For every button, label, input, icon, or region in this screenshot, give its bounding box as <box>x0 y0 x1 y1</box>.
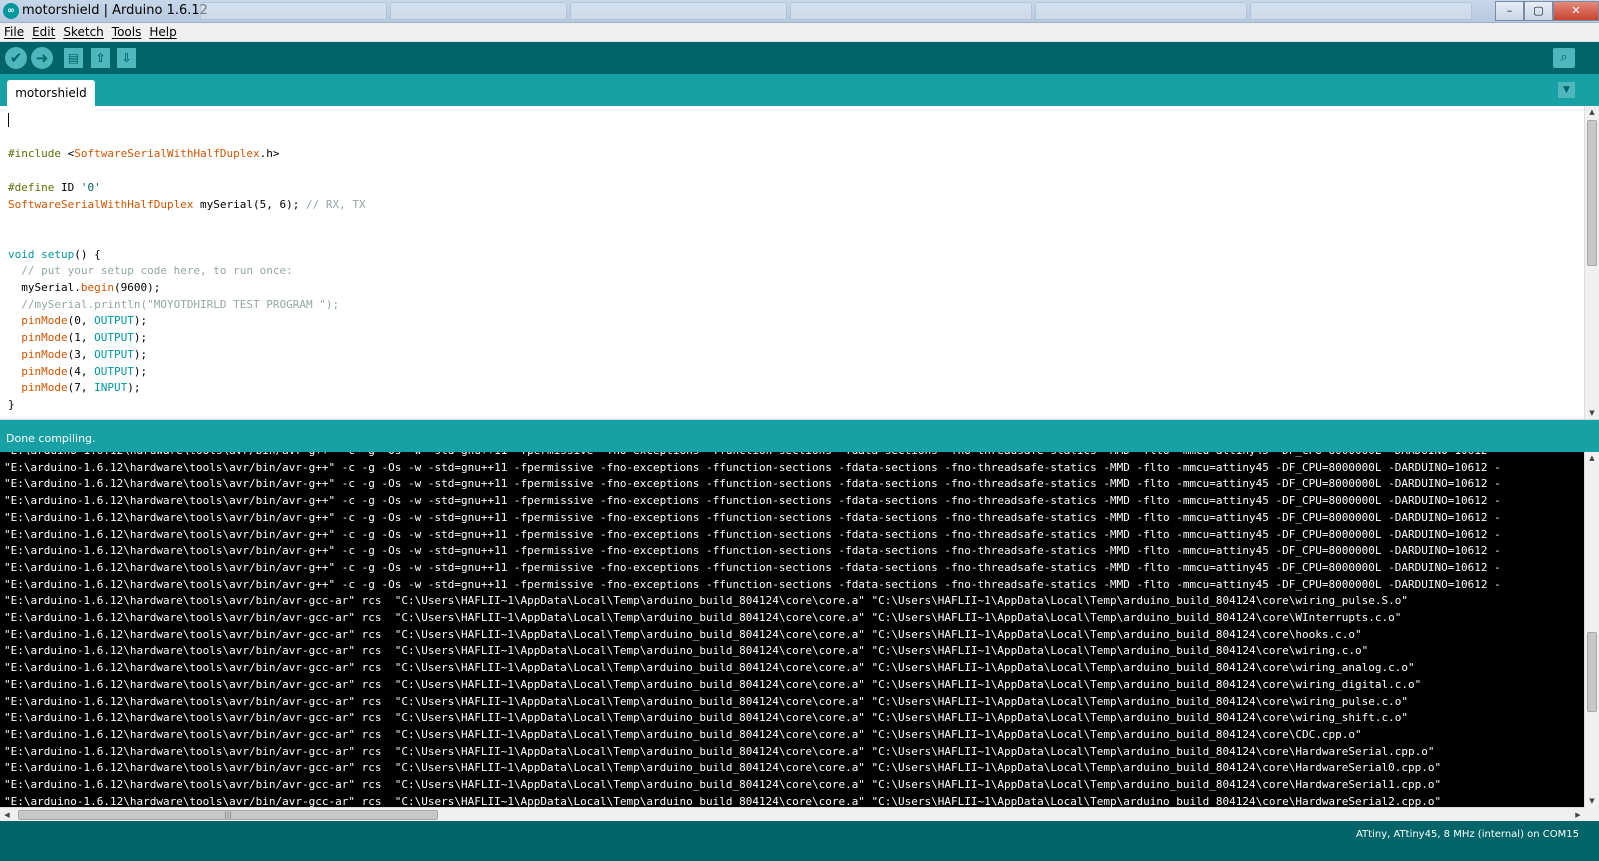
code-line: pinMode(0, OUTPUT); <box>21 314 148 328</box>
tab-motorshield[interactable]: motorshield <box>7 80 95 106</box>
tab-menu-button[interactable]: ▼ <box>1558 82 1575 98</box>
console-line: "E:\arduino-1.6.12\hardware\tools\avr/bi… <box>4 744 1435 758</box>
code-line: #include <SoftwareSerialWithHalfDuplex.h… <box>8 147 280 161</box>
background-tab <box>200 2 387 20</box>
console-line: "E:\arduino-1.6.12\hardware\tools\avr/bi… <box>4 611 1402 625</box>
background-tab <box>790 2 1032 20</box>
code-line: #define ID '0' <box>8 180 101 194</box>
arrow-up-icon: ⇧ <box>95 51 106 65</box>
menu-sketch[interactable]: Sketch <box>63 25 103 39</box>
background-tab <box>390 2 567 20</box>
status-bar: Done compiling. <box>0 420 1599 452</box>
checkmark-icon: ✔ <box>9 49 23 67</box>
console-line: "E:\arduino-1.6.12\hardware\tools\avr/bi… <box>4 452 1501 457</box>
board-status-footer: ATtiny, ATtiny45, 8 MHz (internal) on CO… <box>0 821 1599 861</box>
magnifier-icon: ⌕ <box>1560 50 1568 65</box>
arrow-down-icon: ⇩ <box>121 51 132 65</box>
title-bar: ∞ motorshield | Arduino 1.6.12 – ▢ ✕ <box>0 0 1599 23</box>
console-line: "E:\arduino-1.6.12\hardware\tools\avr/bi… <box>4 711 1408 725</box>
close-button[interactable]: ✕ <box>1553 1 1599 21</box>
open-button[interactable]: ⇧ <box>91 48 110 68</box>
console-lines: "E:\arduino-1.6.12\hardware\tools\avr/bi… <box>4 452 1501 807</box>
background-tab <box>570 2 787 20</box>
scroll-left-arrow-icon[interactable]: ◀ <box>0 809 14 821</box>
console-line: "E:\arduino-1.6.12\hardware\tools\avr/bi… <box>4 494 1501 508</box>
console-line: "E:\arduino-1.6.12\hardware\tools\avr/bi… <box>4 477 1501 491</box>
upload-button[interactable]: ➜ <box>31 47 53 69</box>
code-line: pinMode(7, INPUT); <box>21 381 141 395</box>
code-line: mySerial.begin(9600); <box>8 281 161 295</box>
save-button[interactable]: ⇩ <box>117 48 136 68</box>
code-line: //mySerial.println("MOYOTDHIRLD TEST PRO… <box>21 297 340 311</box>
code-line: pinMode(3, OUTPUT); <box>21 347 148 361</box>
code-content[interactable]: #include <SoftwareSerialWithHalfDuplex.h… <box>8 113 366 414</box>
console-line: "E:\arduino-1.6.12\hardware\tools\avr/bi… <box>4 560 1501 574</box>
window-title: motorshield | Arduino 1.6.12 <box>22 3 208 18</box>
code-line: void setup() { <box>8 247 101 261</box>
status-message: Done compiling. <box>6 432 96 445</box>
scroll-grip-icon: ||| <box>224 811 232 819</box>
scroll-down-arrow-icon[interactable]: ▼ <box>1585 795 1599 807</box>
menu-file[interactable]: File <box>4 25 24 39</box>
console-vertical-scrollbar[interactable]: ▲ ▼ <box>1584 452 1599 807</box>
console-line: "E:\arduino-1.6.12\hardware\tools\avr/bi… <box>4 527 1501 541</box>
console-line: "E:\arduino-1.6.12\hardware\tools\avr/bi… <box>4 778 1442 792</box>
chevron-down-icon: ▼ <box>1563 85 1570 95</box>
console-line: "E:\arduino-1.6.12\hardware\tools\avr/bi… <box>4 627 1362 641</box>
console-line: "E:\arduino-1.6.12\hardware\tools\avr/bi… <box>4 761 1442 775</box>
background-tab <box>1250 2 1472 20</box>
arrow-right-icon: ➜ <box>35 49 49 67</box>
console-line: "E:\arduino-1.6.12\hardware\tools\avr/bi… <box>4 727 1362 741</box>
code-line: // put your setup code here, to run once… <box>21 264 293 278</box>
console-line: "E:\arduino-1.6.12\hardware\tools\avr/bi… <box>4 460 1501 474</box>
code-line: pinMode(1, OUTPUT); <box>21 331 148 345</box>
scroll-up-arrow-icon[interactable]: ▲ <box>1585 106 1599 118</box>
scroll-up-arrow-icon[interactable]: ▲ <box>1585 452 1599 464</box>
console-line: "E:\arduino-1.6.12\hardware\tools\avr/bi… <box>4 694 1408 708</box>
horizontal-scroll-thumb[interactable]: ||| <box>18 810 438 820</box>
console-line: "E:\arduino-1.6.12\hardware\tools\avr/bi… <box>4 594 1408 608</box>
background-tab <box>1035 2 1247 20</box>
editor-vertical-scrollbar[interactable]: ▲ ▼ <box>1584 106 1599 419</box>
menu-edit[interactable]: Edit <box>32 25 55 39</box>
new-sketch-button[interactable]: ▤ <box>64 48 83 68</box>
minimize-button[interactable]: – <box>1495 1 1524 21</box>
scroll-corner <box>1585 807 1599 821</box>
arduino-app-icon: ∞ <box>3 3 19 19</box>
board-info: ATtiny, ATtiny45, 8 MHz (internal) on CO… <box>1355 829 1579 840</box>
console-line: "E:\arduino-1.6.12\hardware\tools\avr/bi… <box>4 544 1501 558</box>
code-line: pinMode(4, OUTPUT); <box>21 364 148 378</box>
code-line: } <box>8 397 15 411</box>
scroll-down-arrow-icon[interactable]: ▼ <box>1585 407 1599 419</box>
new-file-icon: ▤ <box>67 51 80 65</box>
menu-bar: File Edit Sketch Tools Help <box>0 23 1599 42</box>
toolbar: ✔ ➜ ▤ ⇧ ⇩ ⌕ <box>0 42 1599 74</box>
console-line: "E:\arduino-1.6.12\hardware\tools\avr/bi… <box>4 510 1501 524</box>
menu-help[interactable]: Help <box>149 25 176 39</box>
scroll-right-arrow-icon[interactable]: ▶ <box>1571 809 1585 821</box>
background-taskbar-strip <box>200 2 1490 20</box>
console-line: "E:\arduino-1.6.12\hardware\tools\avr/bi… <box>4 644 1369 658</box>
console-horizontal-scrollbar[interactable]: ◀ ||| ▶ <box>0 807 1585 822</box>
serial-monitor-button[interactable]: ⌕ <box>1553 48 1575 68</box>
console-output[interactable]: "E:\arduino-1.6.12\hardware\tools\avr/bi… <box>0 452 1599 807</box>
sketch-tab-bar: motorshield ▼ <box>0 74 1599 106</box>
window-controls: – ▢ ✕ <box>1495 0 1599 21</box>
menu-tools[interactable]: Tools <box>112 25 142 39</box>
maximize-button[interactable]: ▢ <box>1524 1 1553 21</box>
code-editor[interactable]: #include <SoftwareSerialWithHalfDuplex.h… <box>0 106 1599 419</box>
console-line: "E:\arduino-1.6.12\hardware\tools\avr/bi… <box>4 794 1442 807</box>
console-line: "E:\arduino-1.6.12\hardware\tools\avr/bi… <box>4 577 1501 591</box>
verify-button[interactable]: ✔ <box>5 47 27 69</box>
editor-scroll-thumb[interactable] <box>1587 120 1597 266</box>
console-line: "E:\arduino-1.6.12\hardware\tools\avr/bi… <box>4 661 1415 675</box>
console-scroll-thumb[interactable] <box>1587 632 1597 712</box>
console-line: "E:\arduino-1.6.12\hardware\tools\avr/bi… <box>4 677 1422 691</box>
code-line: SoftwareSerialWithHalfDuplex mySerial(5,… <box>8 197 366 211</box>
